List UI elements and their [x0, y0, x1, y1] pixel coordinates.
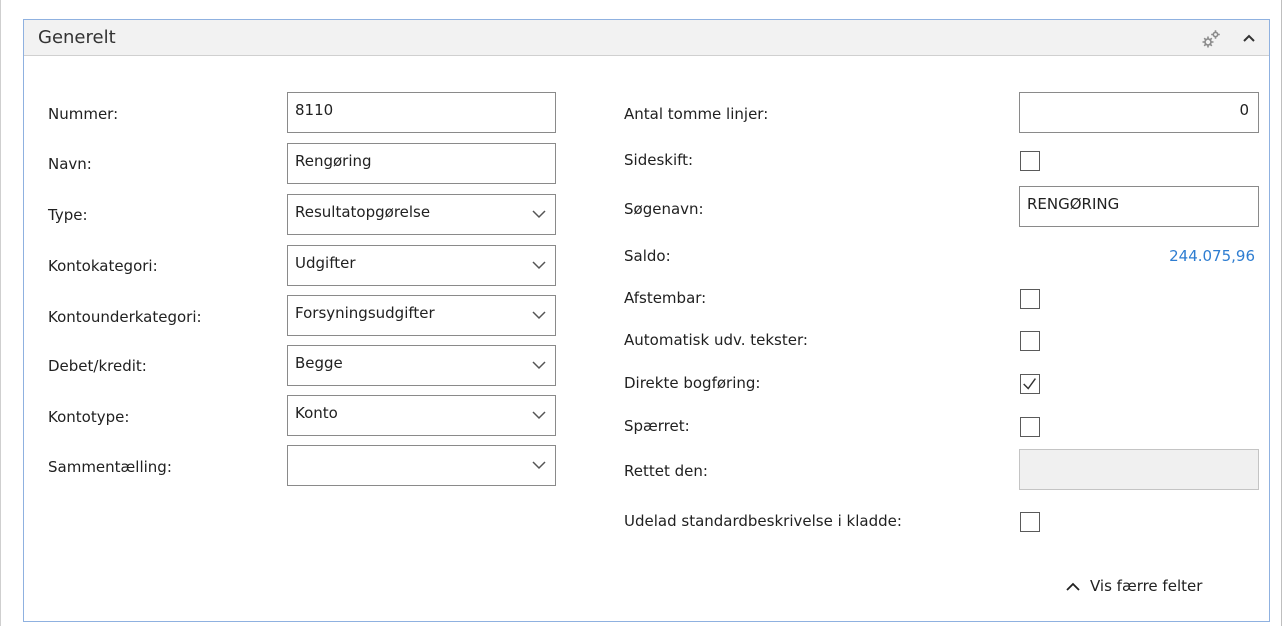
debet-kredit-select-value: Begge	[295, 354, 343, 372]
kontotype-select[interactable]: Konto	[287, 395, 556, 436]
window-frame-left	[0, 0, 8, 626]
antal-tomme-linjer-field[interactable]: 0	[1019, 92, 1259, 133]
section-header[interactable]: Generelt	[24, 20, 1269, 56]
soegenavn-field[interactable]: RENGØRING	[1019, 186, 1259, 227]
kontounderkategori-select-value: Forsyningsudgifter	[295, 304, 435, 322]
chevron-up-icon	[1066, 582, 1080, 591]
general-section-panel: Generelt Nummer: Navn: Type: Kontokatego…	[23, 19, 1270, 622]
afstembar-checkbox[interactable]	[1020, 289, 1040, 309]
debet-kredit-select[interactable]: Begge	[287, 345, 556, 386]
chevron-down-icon	[532, 461, 546, 470]
chevron-up-icon[interactable]	[1238, 27, 1260, 49]
sammentaelling-select[interactable]	[287, 445, 556, 486]
section-title: Generelt	[38, 27, 116, 48]
nummer-label: Nummer:	[48, 105, 119, 123]
antal-tomme-linjer-label: Antal tomme linjer:	[624, 105, 769, 123]
chevron-down-icon	[532, 361, 546, 370]
saldo-label: Saldo:	[624, 247, 671, 265]
type-select-value: Resultatopgørelse	[295, 203, 431, 221]
automatisk-udv-tekster-label: Automatisk udv. tekster:	[624, 331, 808, 349]
spaerret-checkbox[interactable]	[1020, 417, 1040, 437]
rettet-den-field	[1019, 449, 1259, 490]
automatisk-udv-tekster-checkbox[interactable]	[1020, 331, 1040, 351]
direkte-bogfoering-label: Direkte bogføring:	[624, 374, 761, 392]
debet-kredit-label: Debet/kredit:	[48, 357, 147, 375]
udelad-standardbeskrivelse-label: Udelad standardbeskrivelse i kladde:	[624, 512, 902, 530]
navn-label: Navn:	[48, 155, 92, 173]
navn-field[interactable]: Rengøring	[287, 143, 556, 184]
chevron-down-icon	[532, 311, 546, 320]
kontokategori-select-value: Udgifter	[295, 254, 356, 272]
kontounderkategori-label: Kontounderkategori:	[48, 308, 202, 326]
kontotype-select-value: Konto	[295, 404, 338, 422]
type-select[interactable]: Resultatopgørelse	[287, 194, 556, 235]
nummer-field[interactable]: 8110	[287, 92, 556, 133]
sideskift-label: Sideskift:	[624, 151, 694, 169]
kontotype-label: Kontotype:	[48, 408, 130, 426]
sideskift-checkbox[interactable]	[1020, 151, 1040, 171]
saldo-link[interactable]: 244.075,96	[1169, 247, 1255, 265]
chevron-down-icon	[532, 411, 546, 420]
window-frame-right	[1275, 0, 1282, 626]
afstembar-label: Afstembar:	[624, 289, 707, 307]
sammentaelling-label: Sammentælling:	[48, 458, 172, 476]
kontokategori-label: Kontokategori:	[48, 257, 158, 275]
chevron-down-icon	[532, 210, 546, 219]
chevron-down-icon	[532, 261, 546, 270]
direkte-bogfoering-checkbox[interactable]	[1020, 374, 1040, 394]
type-label: Type:	[48, 206, 88, 224]
show-fewer-fields-button[interactable]: Vis færre felter	[1066, 577, 1202, 595]
gear-icon[interactable]	[1200, 28, 1222, 50]
kontounderkategori-select[interactable]: Forsyningsudgifter	[287, 295, 556, 336]
show-fewer-fields-label: Vis færre felter	[1090, 577, 1203, 595]
checkmark-icon	[1023, 378, 1036, 390]
udelad-standardbeskrivelse-checkbox[interactable]	[1020, 512, 1040, 532]
spaerret-label: Spærret:	[624, 417, 690, 435]
rettet-den-label: Rettet den:	[624, 462, 708, 480]
kontokategori-select[interactable]: Udgifter	[287, 245, 556, 286]
soegenavn-label: Søgenavn:	[624, 200, 704, 218]
